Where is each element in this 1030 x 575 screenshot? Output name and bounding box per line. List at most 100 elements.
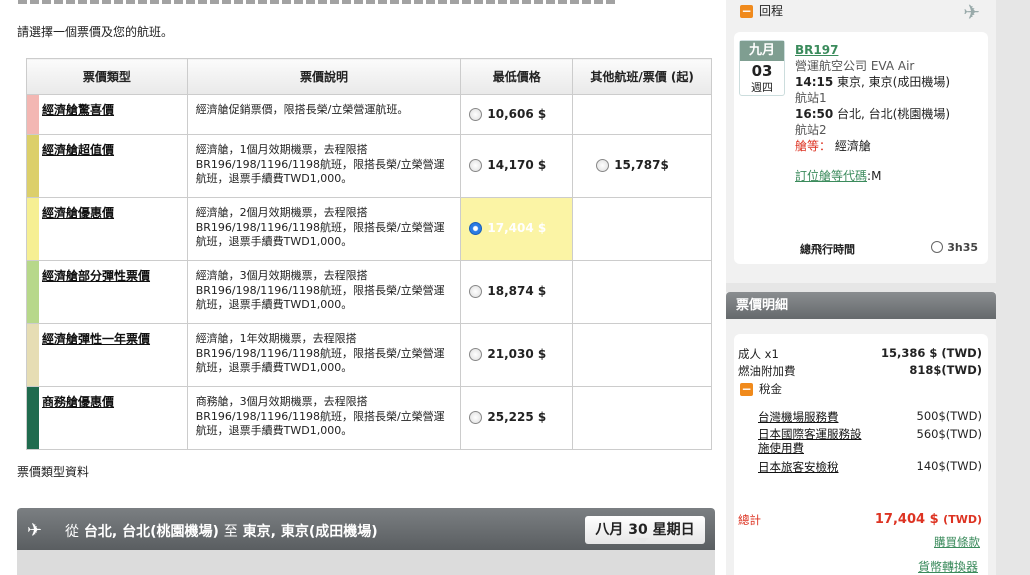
route-bar: ✈ 從 台北, 台北(桃園機場) 至 東京, 東京(成田機場) 八月 30 星期… [17, 508, 715, 550]
lowest-price-cell[interactable]: 21,030 $ [460, 323, 574, 387]
fare-description: 經濟艙促銷票價，限搭長榮/立榮營運航班。 [186, 94, 462, 135]
fare-description: 商務艙，3個月效期機票，去程限搭BR196/198/1196/1198航班，限搭… [186, 386, 462, 450]
total-label: 總計 [738, 513, 761, 527]
page-margin [996, 0, 1030, 575]
carrier-name: 營運航空公司 EVA Air [795, 59, 915, 73]
price-radio[interactable] [469, 285, 483, 298]
other-price-radio[interactable] [596, 159, 610, 172]
fare-color-strip [27, 135, 39, 197]
fare-color-strip [27, 261, 39, 323]
route-panel-body [17, 550, 715, 575]
other-flights-cell [572, 386, 712, 450]
return-flight-card: − 回程 ✈ 九月 03 週四 BR197 營運航空公司 EVA Air 14:1… [726, 0, 996, 283]
return-header[interactable]: − 回程 [740, 2, 783, 19]
fare-type-cell: 經濟艙超值價 [26, 134, 188, 198]
fare-table: 票價類型 票價說明 最低價格 其他航班/票價 (起) 經濟艙驚喜價 經濟艙促銷票… [26, 58, 712, 450]
other-price-label: 15,787$ [614, 158, 669, 172]
price-label: 14,170 $ [487, 158, 547, 172]
collapse-icon[interactable]: − [740, 5, 753, 18]
booking-class-link[interactable]: 訂位艙等代碼 [795, 169, 867, 183]
header-fare-type: 票價類型 [26, 58, 188, 95]
price-radio[interactable] [469, 222, 483, 235]
fare-type-cell: 經濟艙部分彈性票價 [26, 260, 188, 324]
fare-selection-area: 請選擇一個票價及您的航班。 票價類型 票價說明 最低價格 其他航班/票價 (起)… [0, 0, 726, 575]
flight-info: BR197 營運航空公司 EVA Air 14:15 東京, 東京(成田機場) … [795, 43, 951, 183]
fare-type-link[interactable]: 經濟艙驚喜價 [42, 101, 114, 118]
price-label: 17,404 $ [487, 221, 547, 235]
price-label: 25,225 $ [487, 410, 547, 424]
tax-row[interactable]: − 稅金 [740, 381, 982, 397]
fare-color-strip [27, 324, 39, 386]
fare-row: 商務艙優惠價 商務艙，3個月效期機票，去程限搭BR196/198/1196/11… [26, 386, 712, 450]
other-flights-cell[interactable]: 15,787$ [572, 134, 712, 198]
clock-icon [931, 241, 944, 253]
price-label: 18,874 $ [487, 284, 547, 298]
calendar-date: 九月 03 週四 [739, 40, 785, 96]
booking-class-line: 訂位艙等代碼:M [795, 169, 882, 183]
fare-row: 經濟艙優惠價 經濟艙，2個月效期機票，去程限搭BR196/198/1196/11… [26, 197, 712, 261]
fare-type-cell: 商務艙優惠價 [26, 386, 188, 450]
price-radio[interactable] [469, 348, 483, 361]
tax-item: 日本國際客運服務設施使用費 560$(TWD) [758, 427, 982, 455]
tax-item: 日本旅客安檢稅 140$(TWD) [758, 459, 982, 474]
adult-price-row: 成人 x1 15,386 $ (TWD) [738, 346, 982, 361]
fare-row: 經濟艙超值價 經濟艙，1個月效期機票，去程限搭BR196/198/1196/11… [26, 134, 712, 198]
price-radio[interactable] [469, 159, 483, 172]
flight-number-link[interactable]: BR197 [795, 43, 838, 57]
price-detail-card: 票價明細 成人 x1 15,386 $ (TWD) 燃油附加費 818$(TWD) … [726, 292, 996, 575]
fare-type-cell: 經濟艙彈性一年票價 [26, 323, 188, 387]
price-label: 21,030 $ [487, 347, 547, 361]
instruction-text: 請選擇一個票價及您的航班。 [17, 25, 174, 39]
price-radio[interactable] [469, 411, 483, 424]
lowest-price-cell[interactable]: 25,225 $ [460, 386, 574, 450]
other-flights-cell [572, 260, 712, 324]
fare-type-cell: 經濟艙優惠價 [26, 197, 188, 261]
price-detail-title: 票價明細 [726, 292, 996, 319]
date-selector[interactable]: 八月 30 星期日 [585, 516, 705, 544]
fare-color-strip [27, 95, 39, 134]
fare-type-cell: 經濟艙驚喜價 [26, 94, 188, 135]
fare-description: 經濟艙，1年效期機票，去程限搭BR196/198/1196/1198航班，限搭長… [186, 323, 462, 387]
fare-row: 經濟艙部分彈性票價 經濟艙，3個月效期機票，去程限搭BR196/198/1196… [26, 260, 712, 324]
fare-type-link[interactable]: 經濟艙彈性一年票價 [42, 330, 150, 347]
other-flights-cell [572, 94, 712, 135]
price-label: 10,606 $ [487, 107, 547, 121]
cabin-line: 艙等： 經濟艙 [795, 139, 871, 153]
airplane-icon: ✈ [963, 0, 980, 24]
fare-color-strip [27, 198, 39, 260]
fare-description: 經濟艙，1個月效期機票，去程限搭BR196/198/1196/1198航班，限搭… [186, 134, 462, 198]
route-text: 從 台北, 台北(桃園機場) 至 東京, 東京(成田機場) [65, 524, 378, 540]
total-flight-time-label: 總飛行時間 [800, 243, 855, 256]
price-radio[interactable] [469, 108, 483, 121]
tax-item: 台灣機場服務費 500$(TWD) [758, 409, 982, 424]
header-lowest-price: 最低價格 [460, 58, 574, 95]
fare-row: 經濟艙驚喜價 經濟艙促銷票價，限搭長榮/立榮營運航班。 10,606 $ [26, 94, 712, 135]
total-flight-time: 3h35 [931, 241, 978, 254]
lowest-price-cell[interactable]: 17,404 $ [460, 197, 574, 261]
cut-off-text [0, 0, 726, 6]
return-flight-details: 九月 03 週四 BR197 營運航空公司 EVA Air 14:15 東京, … [734, 32, 988, 264]
lowest-price-cell[interactable]: 18,874 $ [460, 260, 574, 324]
fare-description: 經濟艙，3個月效期機票，去程限搭BR196/198/1196/1198航班，限搭… [186, 260, 462, 324]
other-flights-cell [572, 323, 712, 387]
airplane-icon: ✈ [27, 520, 43, 541]
fuel-surcharge-row: 燃油附加費 818$(TWD) [738, 363, 982, 378]
total-price: 17,404 $ (TWD) [874, 512, 982, 527]
fare-type-link[interactable]: 經濟艙超值價 [42, 141, 114, 158]
lowest-price-cell[interactable]: 10,606 $ [460, 94, 574, 135]
price-detail-body: 成人 x1 15,386 $ (TWD) 燃油附加費 818$(TWD) − 稅金 台… [734, 334, 988, 575]
purchase-terms-link[interactable]: 購買條款 [934, 534, 980, 550]
collapse-icon[interactable]: − [740, 383, 753, 396]
fare-color-strip [27, 387, 39, 449]
currency-converter-link[interactable]: 貨幣轉換器 [918, 558, 978, 575]
lowest-price-cell[interactable]: 14,170 $ [460, 134, 574, 198]
departure-line: 14:15 東京, 東京(成田機場) [795, 75, 951, 89]
fare-type-link[interactable]: 商務艙優惠價 [42, 393, 114, 410]
header-fare-desc: 票價說明 [186, 58, 462, 95]
fare-type-link[interactable]: 經濟艙優惠價 [42, 204, 114, 221]
other-flights-cell [572, 197, 712, 261]
fare-type-info: 票價類型資料 [17, 465, 90, 479]
header-other-flights: 其他航班/票價 (起) [572, 58, 712, 95]
fare-type-link[interactable]: 經濟艙部分彈性票價 [42, 267, 150, 284]
right-panel: − 回程 ✈ 九月 03 週四 BR197 營運航空公司 EVA Air 14:1… [726, 0, 1030, 575]
